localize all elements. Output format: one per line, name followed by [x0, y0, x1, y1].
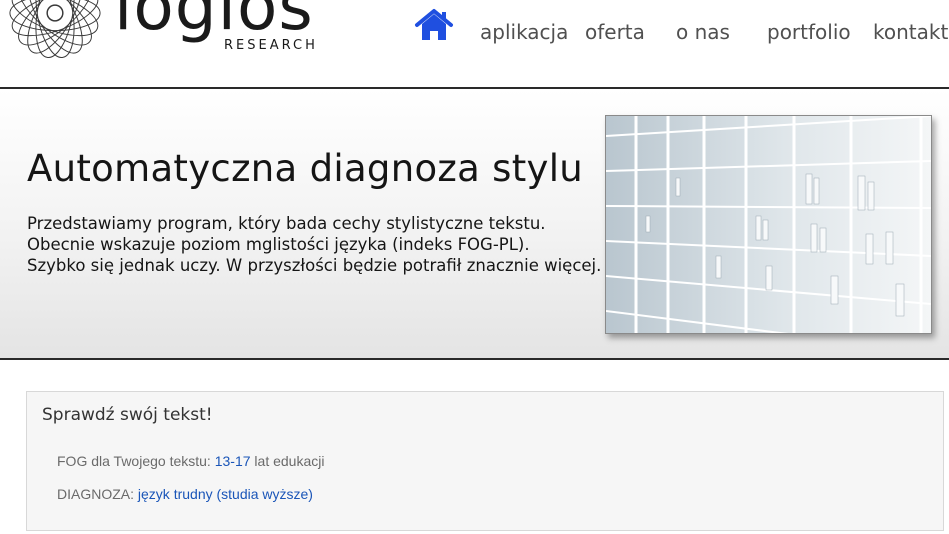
nav-portfolio[interactable]: portfolio [767, 20, 851, 44]
diagnosis-link[interactable]: język trudny (studia wyższe) [138, 486, 313, 502]
hero-line-2: Obecnie wskazuje poziom mglistości język… [27, 235, 530, 254]
logo-wordmark[interactable]: logios [114, 0, 314, 40]
check-text-panel: Sprawdź swój tekst! FOG dla Twojego teks… [26, 391, 944, 531]
diagnosis-result: DIAGNOZA: język trudny (studia wyższe) [57, 486, 313, 502]
site-header: logios RESEARCH aplikacja oferta o nas p… [0, 0, 949, 87]
nav-oferta[interactable]: oferta [585, 20, 645, 44]
bookshelf-image [605, 115, 932, 334]
nav-kontakt[interactable]: kontakt [873, 20, 948, 44]
nav-o-nas[interactable]: o nas [676, 20, 730, 44]
fog-result: FOG dla Twojego tekstu: 13-17 lat edukac… [57, 453, 324, 469]
hero-line-3: Szybko się jednak uczy. W przyszłości bę… [27, 256, 602, 275]
hero-line-1: Przedstawiamy program, który bada cechy … [27, 214, 546, 233]
home-icon[interactable] [414, 8, 454, 42]
logo-subtitle: RESEARCH [224, 38, 318, 53]
bookshelf-illustration [606, 116, 931, 333]
hero-banner: Automatyczna diagnoza stylu Przedstawiam… [0, 89, 949, 358]
logo-spiral-icon[interactable] [6, 0, 104, 62]
hero-description: Przedstawiamy program, który bada cechy … [27, 213, 601, 276]
hero-title: Automatyczna diagnoza stylu [27, 147, 584, 190]
nav-aplikacja[interactable]: aplikacja [480, 20, 568, 44]
diagnosis-label: DIAGNOZA: [57, 486, 135, 502]
fog-label: FOG dla Twojego tekstu: [57, 453, 211, 469]
fog-unit: lat edukacji [254, 453, 325, 469]
hero-divider [0, 358, 949, 360]
fog-value: 13-17 [214, 453, 251, 469]
panel-title: Sprawdź swój tekst! [42, 405, 213, 425]
